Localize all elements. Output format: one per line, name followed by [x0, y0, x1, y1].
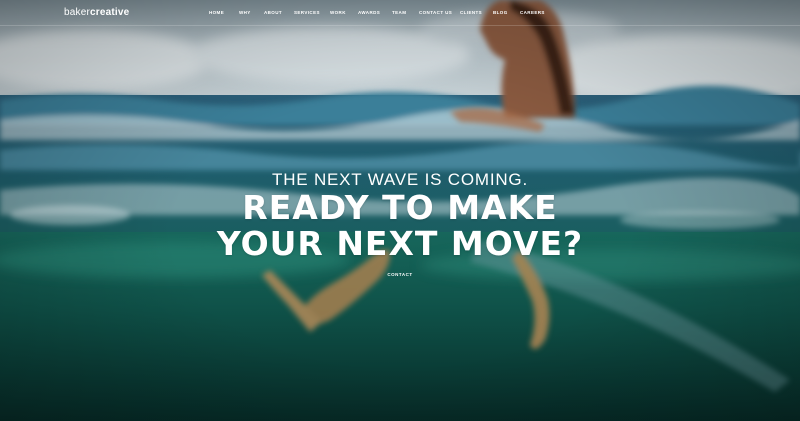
- hero-headline-line-2: YOUR NEXT MOVE?: [216, 224, 584, 263]
- hero-headline-line-1: READY TO MAKE: [242, 188, 558, 227]
- site-header: bakercreative HOME WHY ABOUT SERVICES WO…: [0, 0, 800, 26]
- main-nav: HOME WHY ABOUT SERVICES WORK AWARDS TEAM…: [0, 10, 800, 20]
- hero-section: bakercreative HOME WHY ABOUT SERVICES WO…: [0, 0, 800, 421]
- nav-item-home[interactable]: HOME: [209, 10, 224, 16]
- hero-kicker: THE NEXT WAVE IS COMING.: [272, 170, 528, 189]
- nav-item-careers[interactable]: CAREERS: [520, 10, 545, 16]
- hero-headline: READY TO MAKE YOUR NEXT MOVE?: [0, 190, 800, 262]
- nav-item-blog[interactable]: BLOG: [493, 10, 508, 16]
- nav-item-why[interactable]: WHY: [239, 10, 251, 16]
- nav-item-work[interactable]: WORK: [330, 10, 346, 16]
- nav-item-clients[interactable]: CLIENTS: [460, 10, 482, 16]
- nav-item-services[interactable]: SERVICES: [294, 10, 320, 16]
- nav-item-contact-us[interactable]: CONTACT US: [419, 10, 452, 16]
- contact-link[interactable]: CONTACT: [370, 272, 430, 277]
- nav-item-awards[interactable]: AWARDS: [358, 10, 380, 16]
- nav-item-team[interactable]: TEAM: [392, 10, 406, 16]
- nav-item-about[interactable]: ABOUT: [264, 10, 282, 16]
